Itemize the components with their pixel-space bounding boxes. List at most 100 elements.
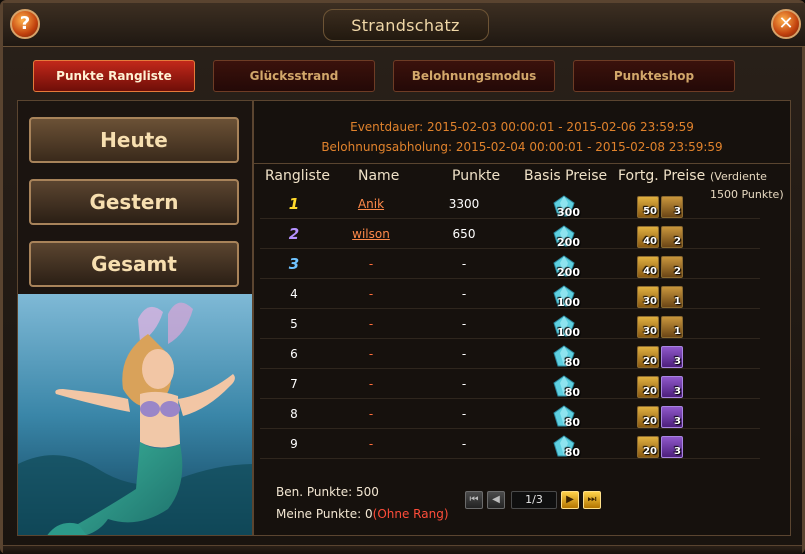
scroll-icon: 3 [661,405,683,428]
basis-prize-value: 80 [564,416,580,429]
scroll-icon: 3 [661,345,683,368]
points-value: - [461,347,467,361]
event-claim-period: Belohnungsabholung: 2015-02-04 00:00:01 … [321,140,723,154]
gem-icon: 80 [552,374,580,399]
player-name: - [368,437,374,451]
header-points: Punkte [452,168,501,184]
tab-punkteshop[interactable]: Punkteshop [573,60,735,92]
left-panel: Heute Gestern Gesamt [17,100,253,536]
header-advanced-prizes: Fortg. Preise [618,168,706,184]
basis-prize-value: 200 [557,266,580,279]
gem-icon: 80 [552,344,580,369]
player-name-link[interactable]: wilson [352,227,390,241]
help-icon: ? [19,13,31,34]
points-summary: Ben. Punkte: 500 Meine Punkte: 0(Ohne Ra… [276,481,449,525]
basis-prize-value: 80 [564,386,580,399]
table-row: 1 Anik 3300 300 50 3 [260,189,760,219]
close-icon: ✕ [778,13,794,34]
table-row: 2 wilson 650 200 40 2 [260,219,760,249]
rank-3-badge: 3 [288,255,300,273]
chest-icon: 40 [637,225,659,248]
gem-icon: 100 [552,284,580,309]
tab-punkte-rangliste[interactable]: Punkte Rangliste [33,60,195,92]
gestern-button[interactable]: Gestern [29,179,239,225]
my-points-line: Meine Punkte: 0(Ohne Rang) [276,503,449,525]
rank-2-badge: 2 [288,225,300,243]
mermaid-illustration [18,294,252,535]
basis-prize-value: 80 [564,356,580,369]
scroll-icon: 2 [661,255,683,278]
first-page-button[interactable]: ⏮ [465,491,483,509]
chest-icon: 20 [637,435,659,458]
chest-icon: 20 [637,405,659,428]
player-name: - [368,257,374,271]
chest-icon: 20 [637,375,659,398]
chest-icon: 40 [637,255,659,278]
player-name: - [368,317,374,331]
basis-prize-value: 300 [557,206,580,219]
player-name: - [368,377,374,391]
gem-icon: 80 [552,404,580,429]
gem-icon: 200 [552,254,580,279]
heute-button[interactable]: Heute [29,117,239,163]
tab-gluecksstrand[interactable]: Glücksstrand [213,60,375,92]
ranking-panel: Eventdauer: 2015-02-03 00:00:01 - 2015-0… [253,100,791,536]
points-value: - [461,377,467,391]
required-points: Ben. Punkte: 500 [276,485,379,499]
last-page-button[interactable]: ⏭ [583,491,601,509]
rank-value: 6 [290,347,298,361]
points-value: - [461,317,467,331]
my-points: Meine Punkte: 0 [276,507,373,521]
chest-icon: 20 [637,345,659,368]
player-name-link[interactable]: Anik [358,197,384,211]
event-duration: Eventdauer: 2015-02-03 00:00:01 - 2015-0… [350,120,694,134]
header-rank: Rangliste [265,168,330,184]
points-value: - [461,257,467,271]
scroll-icon: 1 [661,315,683,338]
table-row: 4 - - 100 30 1 [260,279,760,309]
points-value: 3300 [448,197,480,211]
event-info: Eventdauer: 2015-02-03 00:00:01 - 2015-0… [254,117,790,157]
rank-1-badge: 1 [288,195,300,213]
rank-value: 4 [290,287,298,301]
scroll-icon: 1 [661,285,683,308]
player-name: - [368,407,374,421]
table-row: 6 - - 80 20 3 [260,339,760,369]
player-name: - [368,347,374,361]
gem-icon: 100 [552,314,580,339]
gem-icon: 80 [552,434,580,459]
chest-icon: 30 [637,315,659,338]
gesamt-button[interactable]: Gesamt [29,241,239,287]
rank-value: 5 [290,317,298,331]
table-row: 7 - - 80 20 3 [260,369,760,399]
title-bar: Strandschatz ? ✕ [3,3,805,47]
no-rank-label: (Ohne Rang) [372,507,449,521]
table-row: 5 - - 100 30 1 [260,309,760,339]
chest-icon: 50 [637,195,659,218]
table-row: 9 - - 80 20 3 [260,429,760,459]
prev-page-button[interactable]: ◀ [487,491,505,509]
help-button[interactable]: ? [10,9,40,39]
header-name: Name [358,168,400,184]
points-value: 650 [452,227,476,241]
rank-value: 7 [290,377,298,391]
scroll-icon: 2 [661,225,683,248]
header-basis-prizes: Basis Preise [524,168,608,184]
tab-belohnungsmodus[interactable]: Belohnungsmodus [393,60,555,92]
chest-icon: 30 [637,285,659,308]
scroll-icon: 3 [661,375,683,398]
basis-prize-value: 100 [557,326,580,339]
player-name: - [368,287,374,301]
points-value: - [461,407,467,421]
table-row: 8 - - 80 20 3 [260,399,760,429]
bottom-border [3,545,802,554]
basis-prize-value: 100 [557,296,580,309]
window-frame: Strandschatz ? ✕ Punkte Rangliste Glücks… [0,0,805,554]
points-value: - [461,287,467,301]
scroll-icon: 3 [661,195,683,218]
rank-value: 8 [290,407,298,421]
next-page-button[interactable]: ▶ [561,491,579,509]
close-button[interactable]: ✕ [771,9,801,39]
basis-prize-value: 80 [564,446,580,459]
window-title: Strandschatz [351,16,460,35]
